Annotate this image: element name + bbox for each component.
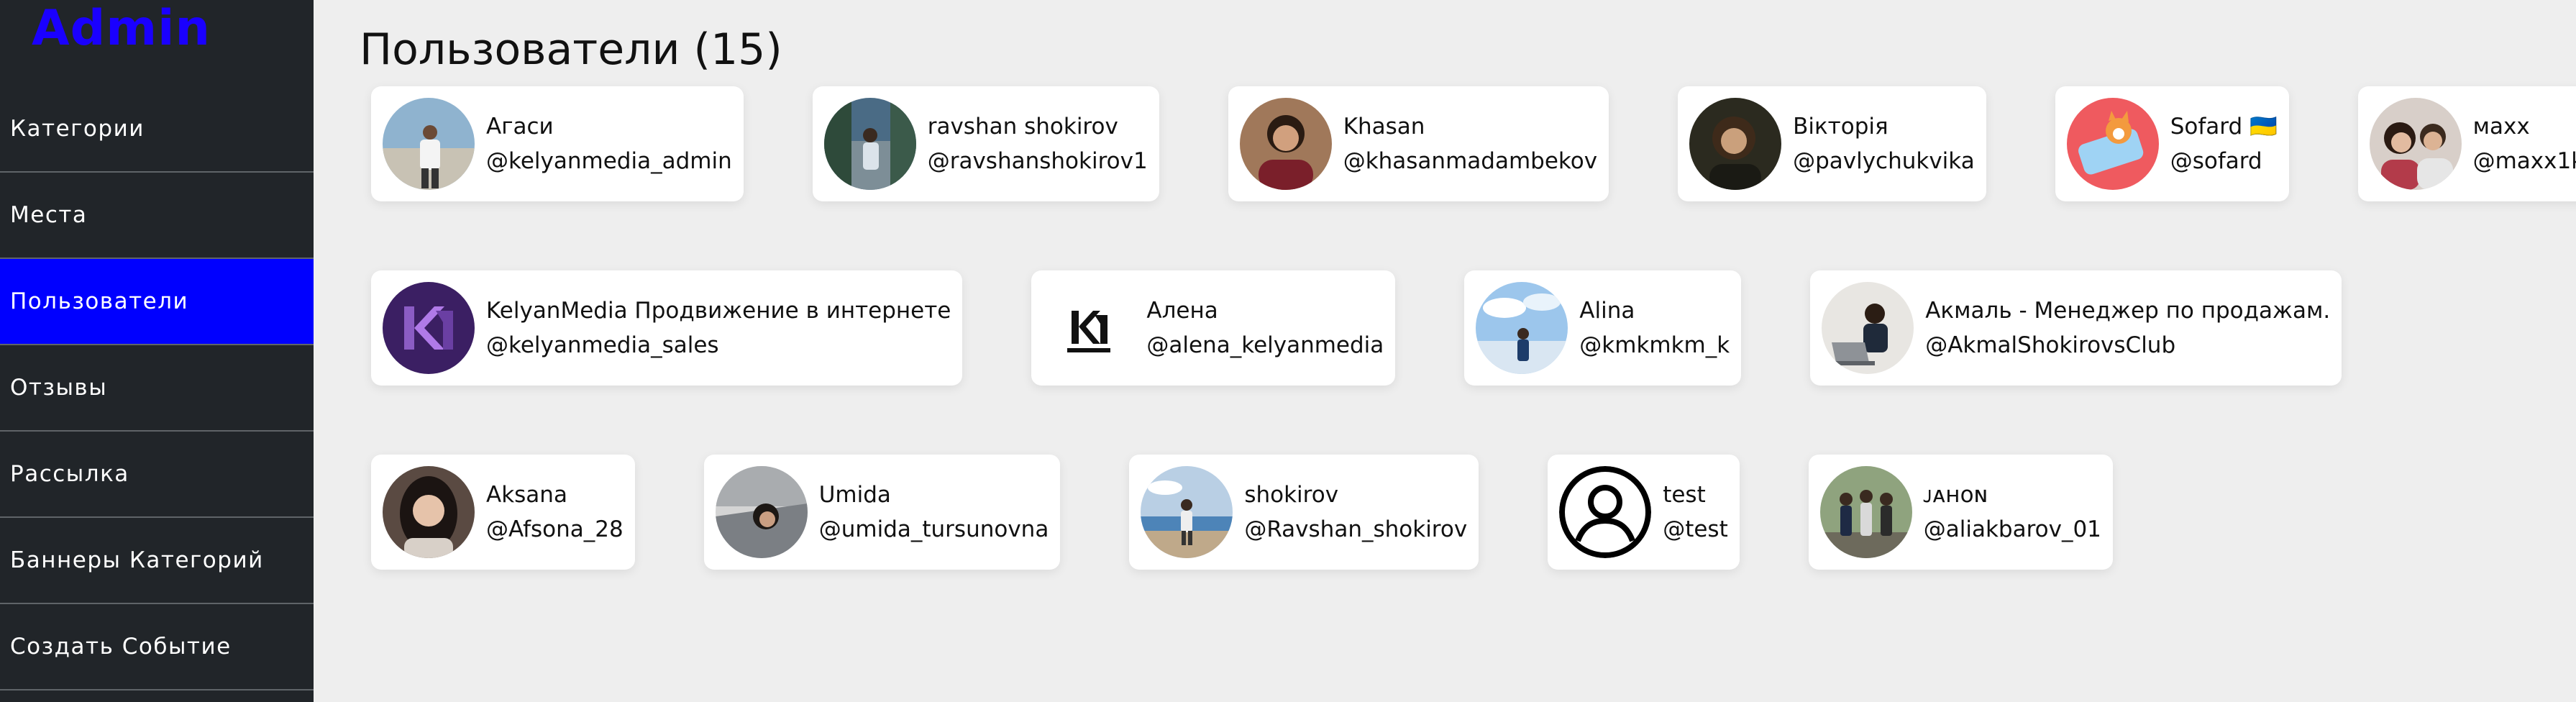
user-card[interactable]: Вікторія @pavlychukvika — [1678, 86, 1986, 201]
photo-person-on-path-icon — [823, 98, 916, 190]
sidebar-item-create-event[interactable]: Создать Событие — [0, 604, 314, 690]
app: Admin Категории Места Пользователи Отзыв… — [0, 0, 2576, 702]
user-name: ᴊᴀʜᴏɴ — [1923, 482, 1988, 508]
user-card-text: KelyanMedia Продвижение в интернете @kel… — [486, 293, 951, 363]
user-card[interactable]: Umida @umida_tursunovna — [703, 455, 1061, 570]
user-card[interactable]: Агаси @kelyanmedia_admin — [371, 86, 744, 201]
user-card[interactable]: ᴊᴀʜᴏɴ @aliakbarov_01 — [1808, 455, 2113, 570]
user-name: Umida — [818, 482, 891, 508]
user-card-text: ravshan shokirov @ravshanshokirov1 — [928, 109, 1148, 178]
user-row: KelyanMedia Продвижение в интернете @kel… — [360, 270, 2576, 455]
photo-couple-icon — [2369, 98, 2462, 190]
user-card-text: Khasan @khasanmadambekov — [1343, 109, 1597, 178]
user-card-text: shokirov @Ravshan_shokirov — [1244, 478, 1467, 547]
user-handle: @test — [1663, 516, 1728, 542]
user-card[interactable]: test @test — [1548, 455, 1740, 570]
user-name: Alina — [1579, 298, 1635, 324]
sidebar-nav: Категории Места Пользователи Отзывы Расс… — [0, 86, 314, 690]
user-card-text: Вікторія @pavlychukvika — [1793, 109, 1975, 178]
cartoon-fox-icon — [2066, 98, 2159, 190]
sidebar-item-mailing[interactable]: Рассылка — [0, 432, 314, 518]
user-card[interactable]: Акмаль - Менеджер по продажам. @AkmalSho… — [1810, 270, 2342, 386]
user-handle: @alena_kelyanmedia — [1146, 332, 1384, 358]
photo-group-men-icon — [1819, 466, 1912, 558]
user-card[interactable]: KelyanMedia Продвижение в интернете @kel… — [371, 270, 963, 386]
user-card-text: махх @maxx1k — [2473, 109, 2576, 178]
user-name: KelyanMedia Продвижение в интернете — [486, 298, 951, 324]
photo-woman-sky-icon — [1476, 282, 1568, 374]
km-logo-icon — [383, 282, 475, 374]
user-name: shokirov — [1244, 482, 1339, 508]
user-card-text: Алена @alena_kelyanmedia — [1146, 293, 1384, 363]
user-card[interactable]: Aksana @Afsona_28 — [371, 455, 635, 570]
user-card[interactable]: shokirov @Ravshan_shokirov — [1129, 455, 1479, 570]
user-handle: @umida_tursunovna — [818, 516, 1049, 542]
user-handle: @kelyanmedia_sales — [486, 332, 719, 358]
photo-woman-selfie-icon — [383, 466, 475, 558]
sidebar-item-users[interactable]: Пользователи — [0, 259, 314, 345]
user-card[interactable]: Alina @kmkmkm_k — [1464, 270, 1742, 386]
default-user-icon — [1559, 466, 1652, 558]
user-card[interactable]: Алена @alena_kelyanmedia — [1031, 270, 1396, 386]
kelyanmedia-logo-icon — [1043, 282, 1136, 374]
user-handle: @maxx1k — [2472, 148, 2576, 174]
brand-logo[interactable]: Admin — [0, 0, 314, 86]
user-row: Агаси @kelyanmedia_admin ravshan shokiro… — [360, 86, 2576, 270]
user-row: Aksana @Afsona_28 Umida @umida_tursunovn… — [360, 455, 2576, 639]
photo-man-laptop-icon — [1822, 282, 1914, 374]
user-card[interactable]: махх @maxx1k — [2357, 86, 2576, 201]
photo-person-portrait-icon — [1239, 98, 1332, 190]
user-name: Алена — [1146, 298, 1218, 324]
user-name: Khasan — [1343, 114, 1425, 140]
sidebar-item-category-banners[interactable]: Баннеры Категорий — [0, 518, 314, 604]
user-handle: @sofard — [2170, 148, 2262, 174]
user-handle: @pavlychukvika — [1793, 148, 1975, 174]
sidebar-item-reviews[interactable]: Отзывы — [0, 345, 314, 432]
user-handle: @kmkmkm_k — [1579, 332, 1730, 358]
user-card-text: Alina @kmkmkm_k — [1579, 293, 1730, 363]
user-card-text: test @test — [1663, 478, 1728, 547]
photo-woman-portrait-icon — [1689, 98, 1782, 190]
user-card-text: Aksana @Afsona_28 — [486, 478, 624, 547]
user-card[interactable]: Khasan @khasanmadambekov — [1228, 86, 1609, 201]
photo-man-beach-icon — [1141, 466, 1233, 558]
sidebar-item-categories[interactable]: Категории — [0, 86, 314, 173]
user-handle: @ravshanshokirov1 — [927, 148, 1148, 174]
user-name: махх — [2472, 114, 2530, 140]
user-handle: @aliakbarov_01 — [1923, 516, 2101, 542]
main-content: Пользователи (15) Агаси @kelyanmedia_adm… — [314, 0, 2576, 702]
photo-woman-car-icon — [715, 466, 808, 558]
user-card-text: Sofard 🇺🇦 @sofard — [2170, 109, 2278, 178]
user-card[interactable]: ravshan shokirov @ravshanshokirov1 — [812, 86, 1159, 201]
user-card-text: Акмаль - Менеджер по продажам. @AkmalSho… — [1925, 293, 2330, 363]
user-handle: @Afsona_28 — [486, 516, 624, 542]
user-handle: @kelyanmedia_admin — [486, 148, 732, 174]
sidebar-item-places[interactable]: Места — [0, 173, 314, 259]
user-name: Aksana — [486, 482, 567, 508]
user-handle: @Ravshan_shokirov — [1244, 516, 1468, 542]
page-title: Пользователи (15) — [360, 24, 782, 75]
user-handle: @khasanmadambekov — [1343, 148, 1598, 174]
user-name: Агаси — [486, 114, 554, 140]
user-name: ravshan shokirov — [927, 114, 1118, 140]
sidebar: Admin Категории Места Пользователи Отзыв… — [0, 0, 314, 702]
user-card-text: ᴊᴀʜᴏɴ @aliakbarov_01 — [1924, 478, 2101, 547]
user-card[interactable]: Sofard 🇺🇦 @sofard — [2055, 86, 2289, 201]
user-handle: @AkmalShokirovsClub — [1925, 332, 2176, 358]
user-card-text: Umida @umida_tursunovna — [819, 478, 1049, 547]
user-name: Sofard 🇺🇦 — [2170, 114, 2278, 140]
user-name: Вікторія — [1793, 114, 1888, 140]
user-card-text: Агаси @kelyanmedia_admin — [486, 109, 732, 178]
user-name: Акмаль - Менеджер по продажам. — [1925, 298, 2331, 324]
user-name: test — [1663, 482, 1706, 508]
photo-man-standing-icon — [383, 98, 475, 190]
